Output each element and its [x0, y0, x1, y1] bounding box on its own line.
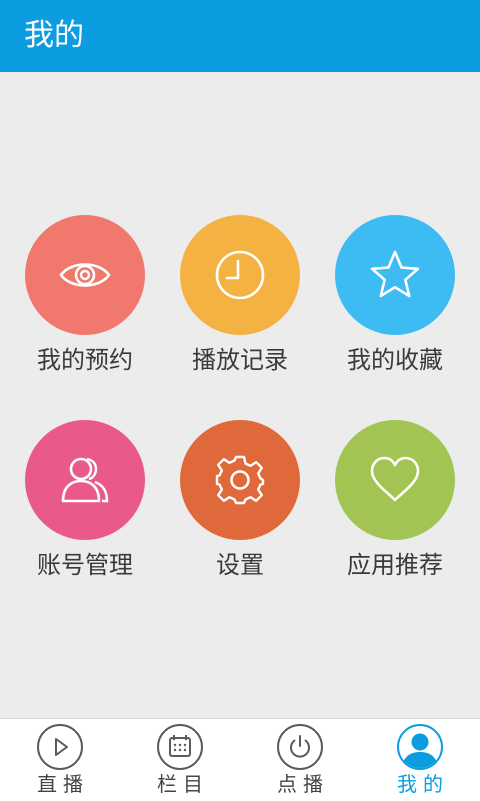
tile-label: 播放记录 — [192, 346, 288, 374]
power-icon — [277, 724, 323, 770]
tab-label: 栏目 — [157, 772, 209, 796]
tab-live[interactable]: 直播 — [0, 719, 120, 801]
calendar-icon — [157, 724, 203, 770]
tile-label: 我的收藏 — [347, 346, 443, 374]
star-icon — [370, 250, 420, 298]
tile-account-management[interactable]: 账号管理 — [20, 420, 150, 590]
tile-app-recommendations[interactable]: 应用推荐 — [330, 420, 460, 590]
tile-my-favorites[interactable]: 我的收藏 — [330, 215, 460, 385]
tile-my-reservations[interactable]: 我的预约 — [20, 215, 150, 385]
app-header: 我的 — [0, 0, 480, 72]
tab-label: 点播 — [277, 772, 329, 796]
tile-circle — [335, 420, 455, 540]
tab-columns[interactable]: 栏目 — [120, 719, 240, 801]
tile-label: 设置 — [216, 551, 264, 579]
tile-settings[interactable]: 设置 — [175, 420, 305, 590]
tile-circle — [180, 215, 300, 335]
heart-icon — [370, 456, 420, 502]
tile-circle — [25, 420, 145, 540]
gear-icon — [215, 455, 265, 505]
tab-mine[interactable]: 我的 — [360, 719, 480, 801]
tile-circle — [335, 215, 455, 335]
tile-circle — [180, 420, 300, 540]
tile-label: 账号管理 — [37, 551, 133, 579]
tile-label: 应用推荐 — [347, 551, 443, 579]
eye-icon — [59, 263, 111, 287]
play-icon — [37, 724, 83, 770]
bottom-tab-bar: 直播 栏目 点播 我的 — [0, 718, 480, 801]
clock-icon — [215, 250, 265, 300]
tab-label: 直播 — [37, 772, 89, 796]
tab-on-demand[interactable]: 点播 — [240, 719, 360, 801]
page-title: 我的 — [24, 18, 84, 53]
profile-icon — [397, 724, 443, 770]
user-icon — [61, 457, 109, 503]
tile-circle — [25, 215, 145, 335]
tab-label: 我的 — [397, 772, 449, 796]
tile-label: 我的预约 — [37, 346, 133, 374]
tile-play-history[interactable]: 播放记录 — [175, 215, 305, 385]
